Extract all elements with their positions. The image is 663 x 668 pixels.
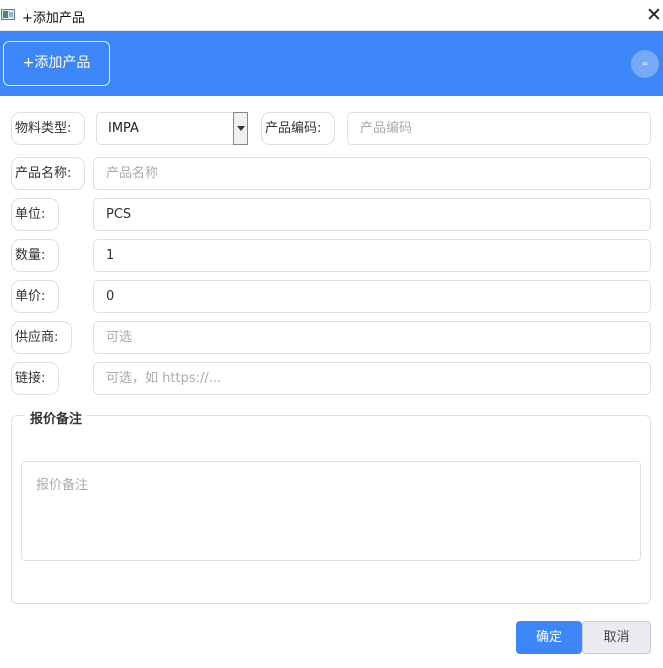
dialog-header: +添加产品 ∞ [0, 31, 663, 96]
material-type-value: IMPA [108, 121, 139, 136]
product-code-input[interactable]: 产品编码 [347, 112, 651, 145]
link-input[interactable]: 可选，如 https://... [93, 362, 651, 395]
close-icon[interactable]: ✕ [645, 4, 663, 26]
quote-notes-group: 报价备注 报价备注 [11, 408, 651, 604]
confirm-button[interactable]: 确定 [516, 621, 582, 654]
header-circle-icon[interactable]: ∞ [631, 50, 659, 78]
product-name-label: 产品名称: [11, 157, 85, 190]
quote-notes-legend: 报价备注 [25, 408, 88, 427]
supplier-label: 供应商: [11, 321, 72, 354]
quantity-label: 数量: [11, 239, 59, 272]
quantity-input[interactable]: 1 [93, 239, 651, 272]
cancel-button[interactable]: 取消 [582, 621, 651, 654]
window-title: +添加产品 [22, 11, 85, 26]
unit-input[interactable]: PCS [93, 198, 651, 231]
unit-price-input[interactable]: 0 [93, 280, 651, 313]
link-label: 链接: [11, 362, 59, 395]
chevron-down-icon[interactable] [233, 112, 248, 145]
unit-label: 单位: [11, 198, 59, 231]
supplier-input[interactable]: 可选 [93, 321, 651, 354]
title-bar: +添加产品 ✕ [0, 0, 663, 31]
add-product-button[interactable]: +添加产品 [3, 41, 110, 86]
material-type-label: 物料类型: [11, 112, 85, 145]
app-window-icon [1, 9, 15, 20]
quote-notes-textarea[interactable]: 报价备注 [21, 461, 641, 561]
material-type-select[interactable]: IMPA [96, 112, 248, 145]
product-name-input[interactable]: 产品名称 [93, 157, 651, 190]
product-code-label: 产品编码: [261, 112, 335, 145]
unit-price-label: 单价: [11, 280, 59, 313]
